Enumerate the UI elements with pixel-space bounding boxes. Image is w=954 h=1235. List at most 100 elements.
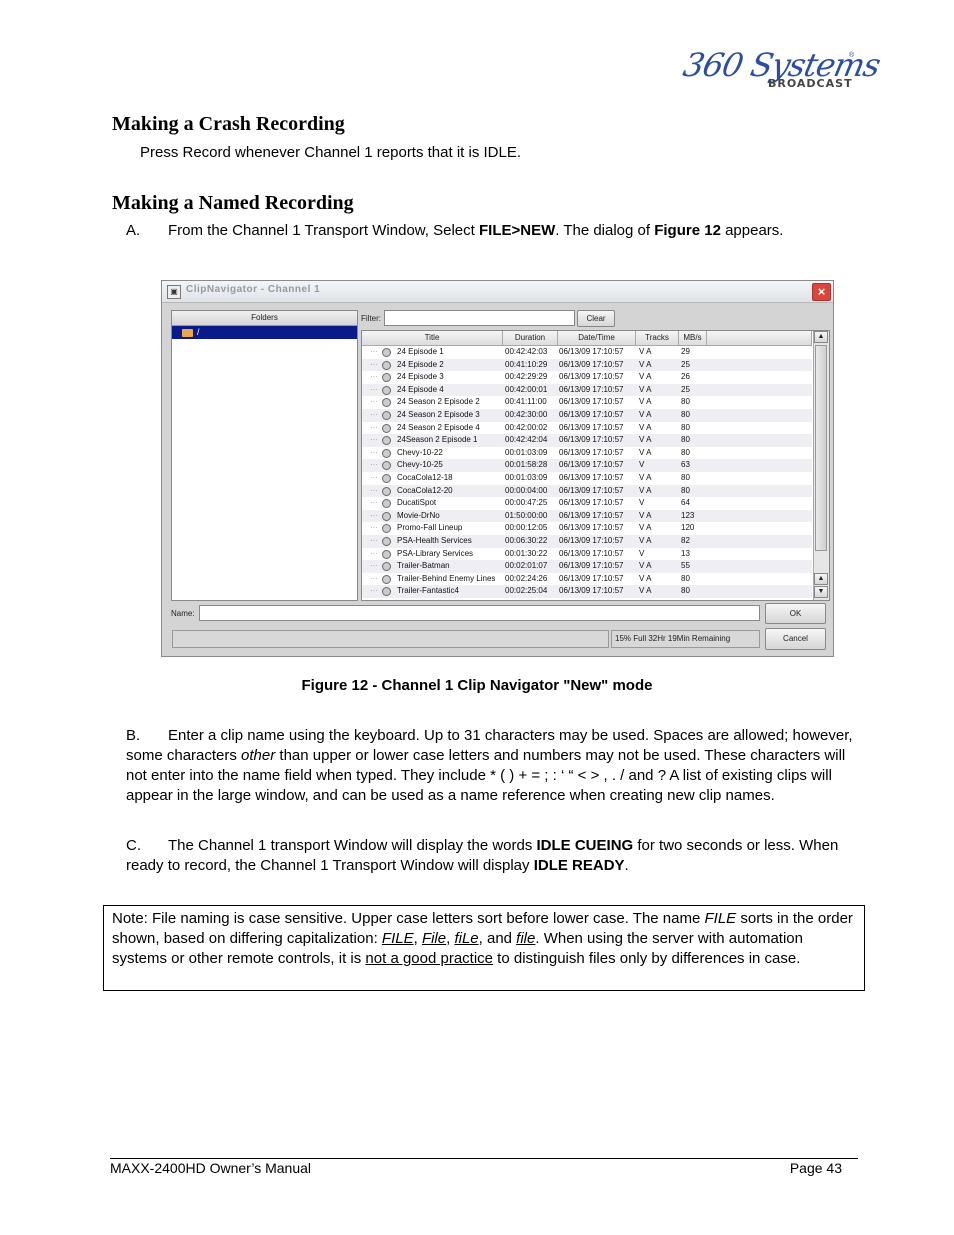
name-label: Name:: [171, 609, 195, 618]
filter-input[interactable]: [384, 310, 575, 326]
clip-row[interactable]: ··· CocaCola12-20 00:00:04:00 06/13/09 17:1…: [362, 484, 812, 498]
clip-datetime: 06/13/09 17:10:57: [559, 561, 624, 571]
clip-duration: 00:01:30:22: [505, 548, 548, 558]
clip-icon: [382, 524, 391, 534]
clip-row[interactable]: ··· Chevy-10-22 00:01:03:09 06/13/09 17:10:…: [362, 447, 812, 460]
clip-mbs: 80: [681, 422, 690, 432]
clip-row[interactable]: ··· 24 Episode 1 00:42:42:03 06/13/09 17:10…: [362, 346, 812, 359]
clip-row[interactable]: ··· Trailer-Fantastic4 00:02:25:04 06/13/09…: [362, 585, 812, 598]
clip-tracks: V A: [639, 523, 652, 533]
column-title[interactable]: Title: [362, 331, 503, 345]
clip-duration: 00:41:11:00: [505, 397, 547, 407]
clip-title: Trailer-Behind Enemy Lines: [397, 573, 496, 583]
ok-button[interactable]: OK: [765, 603, 826, 624]
clip-icon: [382, 499, 391, 509]
emphasis: FILE: [704, 910, 737, 927]
clip-row[interactable]: ··· PSA-Health Services 00:06:30:22 06/13/0…: [362, 534, 812, 548]
clip-row[interactable]: ··· 24 Season 2 Episode 4 00:42:00:02 06/13…: [362, 422, 812, 435]
clip-tracks: V A: [639, 573, 652, 583]
step-c: C. The Channel 1 transport Window will di…: [126, 836, 856, 876]
logo-subtitle: BROADCAST: [768, 77, 853, 90]
clip-title: CocaCola12-18: [397, 472, 453, 482]
clip-title: CocaCola12-20: [397, 485, 453, 495]
footer-divider: [110, 1158, 858, 1159]
clip-duration: 00:42:00:02: [505, 422, 548, 432]
clip-navigator-window: ▣ ClipNavigator - Channel 1 × Folders / …: [161, 280, 834, 657]
clip-row[interactable]: ··· Chevy-10-25 00:01:58:28 06/13/09 17:10:…: [362, 459, 812, 472]
clip-row[interactable]: ··· 24 Episode 4 00:42:00:01 06/13/09 17:10…: [362, 383, 812, 397]
clip-icon: [382, 461, 391, 471]
clip-row[interactable]: ··· 24 Season 2 Episode 2 00:41:11:00 06/13…: [362, 396, 812, 409]
column-datetime[interactable]: Date/Time: [558, 331, 636, 345]
folders-header[interactable]: Folders: [172, 311, 357, 326]
tree-connector: ···: [370, 510, 378, 520]
clip-mbs: 80: [681, 447, 690, 457]
clip-tracks: V A: [639, 510, 652, 520]
scroll-down-button[interactable]: ▼: [814, 586, 828, 598]
scroll-up-button[interactable]: ▲: [814, 331, 828, 343]
clip-row[interactable]: ··· 24 Season 2 Episode 3 00:42:30:00 06/13…: [362, 408, 812, 422]
clip-duration: 00:42:00:01: [505, 384, 548, 394]
title-bar[interactable]: ▣ ClipNavigator - Channel 1 ×: [162, 281, 833, 303]
scroll-thumb[interactable]: [815, 345, 827, 551]
clip-tracks: V A: [639, 422, 652, 432]
scroll-up-button[interactable]: ▲: [814, 573, 828, 585]
clear-button[interactable]: Clear: [577, 310, 615, 327]
clip-list-header: Title Duration Date/Time Tracks MB/s: [362, 331, 812, 346]
folder-root[interactable]: /: [172, 326, 357, 339]
folder-label: /: [197, 327, 200, 337]
clip-row[interactable]: ··· 24Season 2 Episode 1 00:42:42:04 06/13/…: [362, 434, 812, 447]
clip-duration: 01:50:00:00: [505, 510, 548, 520]
clip-icon: [382, 574, 391, 584]
clip-duration: 00:00:04:00: [505, 485, 548, 495]
clip-mbs: 13: [681, 548, 690, 558]
vertical-scrollbar[interactable]: ▲ ▲ ▼: [813, 331, 829, 600]
cancel-button[interactable]: Cancel: [765, 628, 826, 650]
filter-label: Filter:: [361, 314, 381, 323]
column-mbs[interactable]: MB/s: [679, 331, 707, 345]
step-text: . The dialog of: [555, 222, 655, 239]
clip-icon: [382, 398, 391, 408]
clip-row[interactable]: ··· Promo-Fall Lineup 00:00:12:05 06/13/09 …: [362, 522, 812, 535]
clip-row[interactable]: ··· Trailer-Behind Enemy Lines 00:02:24:26…: [362, 573, 812, 586]
clip-row[interactable]: ··· DucatiSpot 00:00:47:25 06/13/09 17:10:5…: [362, 497, 812, 510]
clip-row[interactable]: ··· Movie-DrNo 01:50:00:00 06/13/09 17:10:5…: [362, 509, 812, 523]
clip-icon: [382, 473, 391, 483]
tree-connector: ···: [370, 359, 378, 369]
clip-title: PSA-Health Services: [397, 535, 472, 545]
clip-datetime: 06/13/09 17:10:57: [559, 397, 624, 407]
clip-datetime: 06/13/09 17:10:57: [559, 548, 624, 558]
clip-duration: 00:02:25:04: [505, 586, 548, 596]
column-tracks[interactable]: Tracks: [636, 331, 679, 345]
clip-mbs: 80: [681, 586, 690, 596]
column-duration[interactable]: Duration: [503, 331, 558, 345]
clip-mbs: 80: [681, 485, 690, 495]
name-input[interactable]: [199, 605, 760, 621]
clip-title: 24 Season 2 Episode 2: [397, 397, 480, 407]
named-recording-heading: Making a Named Recording: [112, 192, 354, 214]
clip-row[interactable]: ··· 24 Episode 2 00:41:10:29 06/13/09 17:10…: [362, 358, 812, 372]
tree-connector: ···: [370, 523, 378, 533]
step-label: B.: [126, 727, 141, 744]
tree-connector: ···: [370, 573, 378, 583]
clip-mbs: 26: [681, 372, 690, 382]
clip-icon: [382, 360, 391, 370]
clip-mbs: 25: [681, 384, 690, 394]
note-text: to distinguish files only by differences…: [493, 950, 801, 967]
clip-title: Trailer-Fantastic4: [397, 586, 459, 596]
storage-status: 15% Full 32Hr 19Min Remaining: [611, 630, 760, 648]
clip-title: 24 Season 2 Episode 4: [397, 422, 480, 432]
clip-row[interactable]: ··· Trailer-Batman 00:02:01:07 06/13/09 17:…: [362, 560, 812, 573]
close-button[interactable]: ×: [812, 283, 831, 301]
clip-row[interactable]: ··· 24 Episode 3 00:42:29:29 06/13/09 17:10…: [362, 371, 812, 384]
clip-icon: [382, 486, 391, 496]
step-text: appears.: [720, 222, 784, 239]
emphasis: other: [241, 747, 276, 764]
clip-datetime: 06/13/09 17:10:57: [559, 422, 624, 432]
clip-row[interactable]: ··· PSA-Library Services 00:01:30:22 06/13/…: [362, 548, 812, 561]
clip-title: DucatiSpot: [397, 498, 437, 508]
clip-row[interactable]: ··· CocaCola12-18 00:01:03:09 06/13/09 17:1…: [362, 472, 812, 485]
status-term: IDLE READY: [533, 857, 625, 874]
clip-tracks: V: [639, 460, 645, 470]
tree-connector: ···: [370, 447, 378, 457]
